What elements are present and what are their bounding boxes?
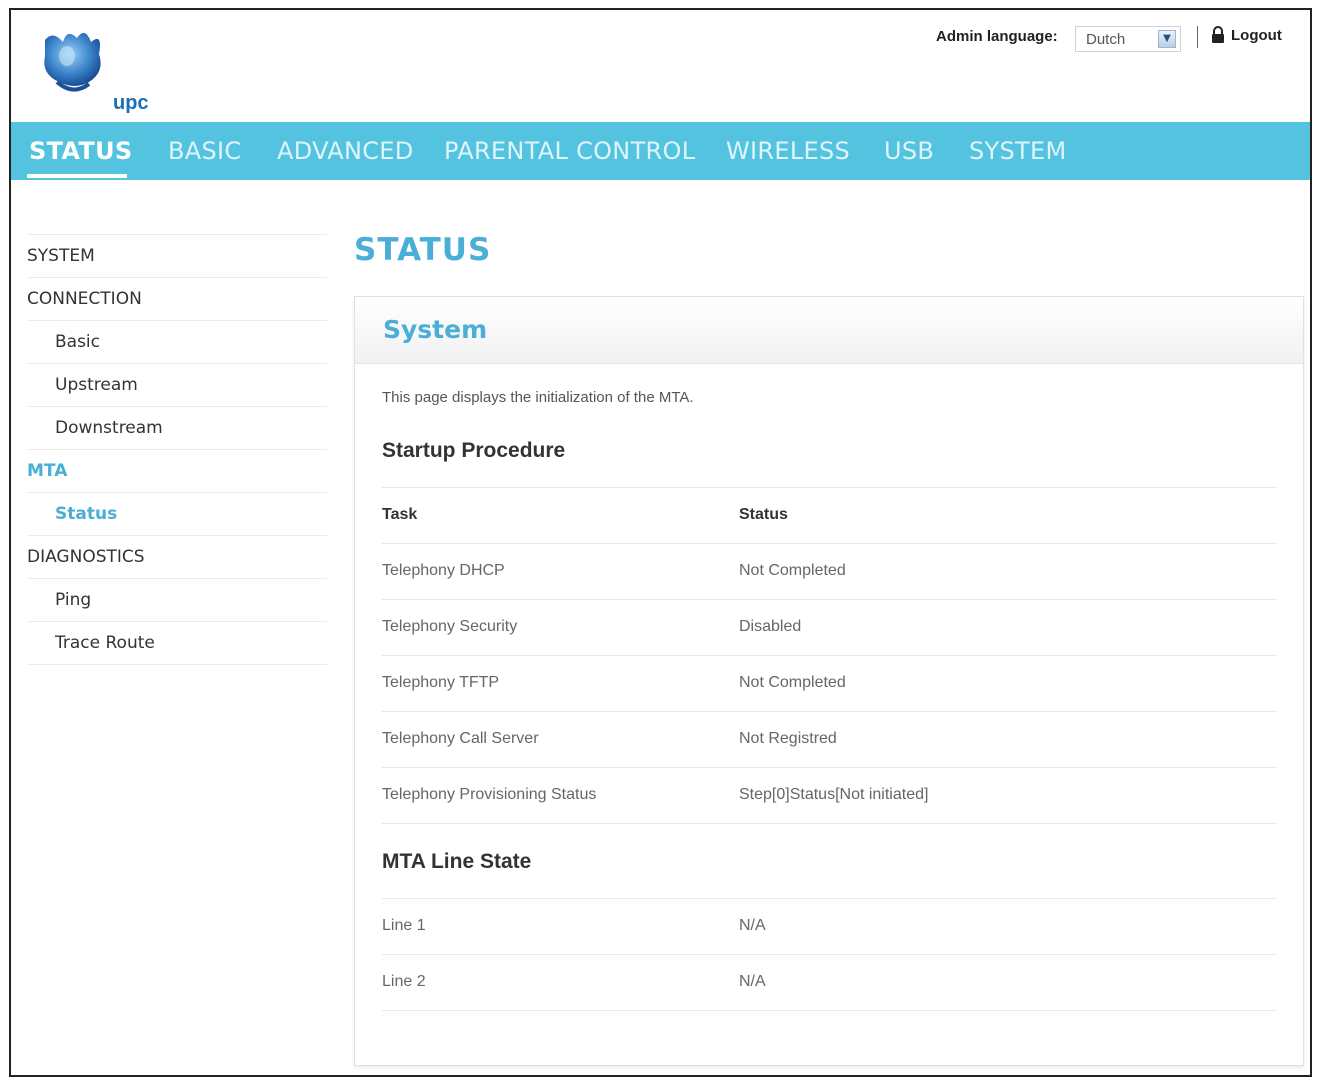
- language-select-value: Dutch: [1086, 31, 1126, 48]
- header: upc Admin language: Dutch ▼ Logout: [11, 10, 1310, 122]
- table-row: Telephony Security Disabled: [382, 599, 1277, 655]
- sidebar-divider: [27, 664, 327, 666]
- column-header-task: Task: [382, 506, 418, 523]
- table-row: Line 2 N/A: [382, 954, 1277, 1010]
- column-header-status: Status: [739, 506, 788, 523]
- status-cell: Not Completed: [739, 674, 846, 691]
- sidebar-item-mta-status[interactable]: Status: [27, 492, 327, 535]
- line-state-cell: N/A: [739, 917, 766, 934]
- task-cell: Telephony Security: [382, 618, 518, 635]
- startup-procedure-table: Task Status Telephony DHCP Not Completed…: [382, 487, 1277, 825]
- task-cell: Telephony Provisioning Status: [382, 786, 597, 803]
- status-cell: Disabled: [739, 618, 802, 635]
- chevron-down-icon[interactable]: ▼: [1158, 30, 1176, 48]
- header-divider: [1197, 26, 1198, 48]
- sidebar-item-ping[interactable]: Ping: [27, 578, 327, 621]
- mta-line-state-table: Line 1 N/A Line 2 N/A: [382, 898, 1277, 1012]
- logo-text: upc: [113, 92, 149, 114]
- table-row: Telephony DHCP Not Completed: [382, 543, 1277, 599]
- admin-language-label: Admin language:: [936, 28, 1058, 45]
- router-admin-page: upc Admin language: Dutch ▼ Logout STATU…: [9, 8, 1312, 1077]
- tab-status[interactable]: STATUS: [29, 137, 132, 165]
- main-nav: STATUS BASIC ADVANCED PARENTAL CONTROL W…: [11, 122, 1310, 180]
- line-cell: Line 1: [382, 917, 426, 934]
- task-cell: Telephony DHCP: [382, 562, 505, 579]
- tab-advanced[interactable]: ADVANCED: [277, 137, 414, 165]
- table-row: Telephony Call Server Not Registred: [382, 711, 1277, 767]
- sidebar-item-downstream[interactable]: Downstream: [27, 406, 327, 449]
- status-cell: Not Completed: [739, 562, 846, 579]
- startup-procedure-title: Startup Procedure: [382, 439, 566, 462]
- panel-header: System: [355, 297, 1303, 364]
- table-divider: [382, 1010, 1277, 1012]
- page-title: STATUS: [354, 232, 492, 268]
- tab-parental-control[interactable]: PARENTAL CONTROL: [444, 137, 695, 165]
- status-cell: Step[0]Status[Not initiated]: [739, 786, 929, 803]
- system-panel: System This page displays the initializa…: [354, 296, 1304, 1066]
- task-cell: Telephony Call Server: [382, 730, 539, 747]
- logout-button[interactable]: Logout: [1211, 26, 1282, 44]
- sidebar-item-diagnostics[interactable]: DIAGNOSTICS: [27, 535, 327, 578]
- tab-usb[interactable]: USB: [884, 137, 934, 165]
- sidebar: SYSTEM CONNECTION Basic Upstream Downstr…: [27, 234, 327, 666]
- mta-line-state-title: MTA Line State: [382, 850, 532, 873]
- line-state-cell: N/A: [739, 973, 766, 990]
- sidebar-item-system[interactable]: SYSTEM: [27, 234, 327, 277]
- tab-system[interactable]: SYSTEM: [969, 137, 1066, 165]
- line-cell: Line 2: [382, 973, 426, 990]
- page-description: This page displays the initialization of…: [382, 389, 694, 406]
- table-row: Telephony Provisioning Status Step[0]Sta…: [382, 767, 1277, 823]
- logout-label: Logout: [1231, 26, 1282, 44]
- status-cell: Not Registred: [739, 730, 837, 747]
- active-tab-underline: [27, 174, 127, 178]
- upc-logo[interactable]: upc: [33, 20, 149, 114]
- table-row: Telephony TFTP Not Completed: [382, 655, 1277, 711]
- table-row: Line 1 N/A: [382, 898, 1277, 954]
- panel-title: System: [383, 315, 488, 344]
- sidebar-item-trace-route[interactable]: Trace Route: [27, 621, 327, 664]
- tab-basic[interactable]: BASIC: [168, 137, 241, 165]
- task-cell: Telephony TFTP: [382, 674, 500, 691]
- sidebar-item-connection[interactable]: CONNECTION: [27, 277, 327, 320]
- tab-wireless[interactable]: WIRELESS: [726, 137, 850, 165]
- table-divider: [382, 823, 1277, 825]
- sidebar-item-upstream[interactable]: Upstream: [27, 363, 327, 406]
- language-select[interactable]: Dutch ▼: [1075, 26, 1181, 52]
- sidebar-item-basic[interactable]: Basic: [27, 320, 327, 363]
- table-header-row: Task Status: [382, 487, 1277, 543]
- lock-icon: [1212, 26, 1224, 43]
- sidebar-item-mta[interactable]: MTA: [27, 449, 327, 492]
